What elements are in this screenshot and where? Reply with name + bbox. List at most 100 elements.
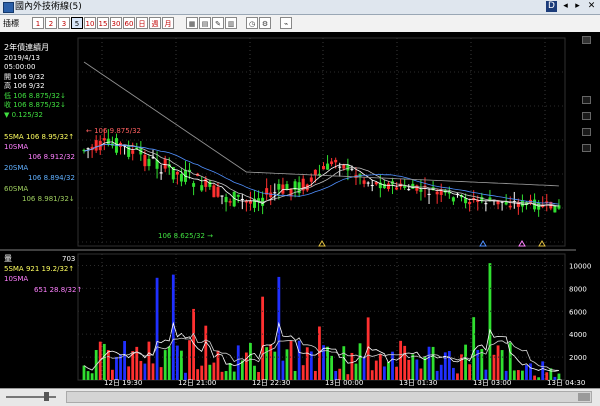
indicator-label[interactable]: 插標 xyxy=(3,18,19,29)
volume-bar xyxy=(115,356,118,380)
candle-body xyxy=(500,201,504,203)
candle-body xyxy=(326,163,330,170)
info-open: 開 106 9/32 xyxy=(4,73,45,81)
panel-toggle-icon[interactable] xyxy=(582,36,591,44)
window-titlebar: 國內外技術線(5) D ◂ ▸ ✕ xyxy=(0,0,600,15)
candle-body xyxy=(228,201,232,203)
candle-body xyxy=(94,140,98,151)
volume-bar xyxy=(488,263,492,380)
volume-bar xyxy=(480,348,484,380)
period-button-10[interactable]: 月 xyxy=(162,17,174,29)
ma5-label: 5SMA 106 8.95/32↑ xyxy=(4,133,74,141)
volume-bar xyxy=(220,371,224,380)
volume-bar xyxy=(309,351,313,380)
candle-body xyxy=(163,159,167,169)
info-time: 05:00:00 xyxy=(4,63,35,71)
horizontal-scrollbar[interactable] xyxy=(66,391,592,403)
next-window-button[interactable]: ▸ xyxy=(572,1,583,12)
layout-icon[interactable]: ▦ xyxy=(186,17,198,29)
volume-bar xyxy=(143,363,147,380)
candle-body xyxy=(143,154,147,167)
period-button-9[interactable]: 週 xyxy=(149,17,161,29)
volume-bar xyxy=(293,370,297,380)
volume-y-tick: 2000 xyxy=(569,354,587,362)
period-button-2[interactable]: 3 xyxy=(58,17,70,29)
ma10-value: 106 8.912/32 xyxy=(28,153,75,161)
close-button[interactable]: ✕ xyxy=(586,1,597,12)
volume-bar xyxy=(395,366,398,380)
prev-window-button[interactable]: ◂ xyxy=(560,1,571,12)
period-button-4[interactable]: 10 xyxy=(84,17,96,29)
volume-bar xyxy=(374,360,378,380)
volume-bar xyxy=(212,362,216,380)
volume-bar xyxy=(208,364,212,380)
toolbar: 插標 1 2 3 5 10 15 30 60 日週月 ▦ ▤ ✎ ▥ ◷ ⚙ ⌁ xyxy=(0,15,600,33)
candle-body xyxy=(545,201,549,203)
volume-bar xyxy=(249,343,252,380)
scroll-down-icon[interactable] xyxy=(582,144,591,152)
volume-bar xyxy=(151,363,155,380)
ma20-value: 106 8.894/32 xyxy=(28,174,75,182)
scroll-bar-area xyxy=(0,388,600,406)
volume-label: 量 xyxy=(4,254,12,263)
candle-body xyxy=(419,189,423,192)
period-button-3[interactable]: 5 xyxy=(71,17,83,29)
info-close: 收 106 8.875/32↓ xyxy=(4,100,66,109)
volume-bar xyxy=(90,373,94,380)
x-axis-tick: 13日 04:30 xyxy=(547,379,585,386)
volume-bar xyxy=(407,359,411,380)
volume-bar xyxy=(273,351,277,380)
high-price-marker: ← 106 9.875/32 xyxy=(86,127,141,135)
zoom-in-icon[interactable] xyxy=(582,112,591,120)
ma60-value: 106 8.981/32↓ xyxy=(22,195,75,203)
candle-body xyxy=(200,185,204,191)
candle-body xyxy=(240,198,244,201)
scrollbar-knob[interactable] xyxy=(578,393,590,401)
ma20-label: 20SMA xyxy=(4,164,28,172)
candle-body xyxy=(342,164,346,169)
period-button-8[interactable]: 日 xyxy=(136,17,148,29)
period-button-5[interactable]: 15 xyxy=(97,17,109,29)
period-button-6[interactable]: 30 xyxy=(110,17,122,29)
volume-bar xyxy=(313,370,317,380)
scroll-up-icon[interactable] xyxy=(582,96,591,104)
volume-bar xyxy=(362,356,366,380)
zoom-slider-thumb[interactable] xyxy=(44,392,49,401)
period-button-1[interactable]: 2 xyxy=(45,17,57,29)
volume-bar xyxy=(240,360,244,380)
volume-ma10-label: 10SMA xyxy=(4,275,28,283)
settings-icon[interactable]: ⚙ xyxy=(259,17,271,29)
candle-body xyxy=(273,192,277,194)
ma10-label: 10SMA xyxy=(4,143,28,151)
table-icon[interactable]: ▥ xyxy=(225,17,237,29)
candle-body xyxy=(508,205,512,208)
zoom-out-icon[interactable] xyxy=(582,128,591,136)
period-button-7[interactable]: 60 xyxy=(123,17,135,29)
volume-bar xyxy=(439,364,443,380)
clock-icon[interactable]: ◷ xyxy=(246,17,258,29)
volume-value: 703 xyxy=(62,255,75,263)
candle-body xyxy=(395,187,399,190)
volume-ma10-value: 651 28.8/32↑ xyxy=(34,286,82,294)
info-change: ▼ 0.125/32 xyxy=(4,111,43,119)
volume-bar xyxy=(447,351,451,380)
volume-bar xyxy=(468,364,472,380)
edit-icon[interactable]: ✎ xyxy=(212,17,224,29)
instrument-title: 2年債連續月 xyxy=(4,42,49,52)
restore-button[interactable]: D xyxy=(546,1,557,12)
volume-bar xyxy=(492,354,496,380)
volume-bar xyxy=(253,365,256,380)
volume-bar xyxy=(261,296,265,380)
volume-bar xyxy=(399,340,403,380)
draw-icon[interactable]: ⌁ xyxy=(280,17,292,29)
volume-bar xyxy=(529,363,532,380)
volume-bar xyxy=(289,340,293,380)
price-chart[interactable]: 2年債連續月 2019/4/13 05:00:00 開 106 9/32 高 1… xyxy=(0,32,600,386)
candle-body xyxy=(236,194,240,197)
candle-body xyxy=(427,193,431,195)
period-button-0[interactable]: 1 xyxy=(32,17,44,29)
volume-bar xyxy=(403,345,407,380)
candle-body xyxy=(484,203,488,205)
grid-icon[interactable]: ▤ xyxy=(199,17,211,29)
volume-bar xyxy=(370,370,374,380)
